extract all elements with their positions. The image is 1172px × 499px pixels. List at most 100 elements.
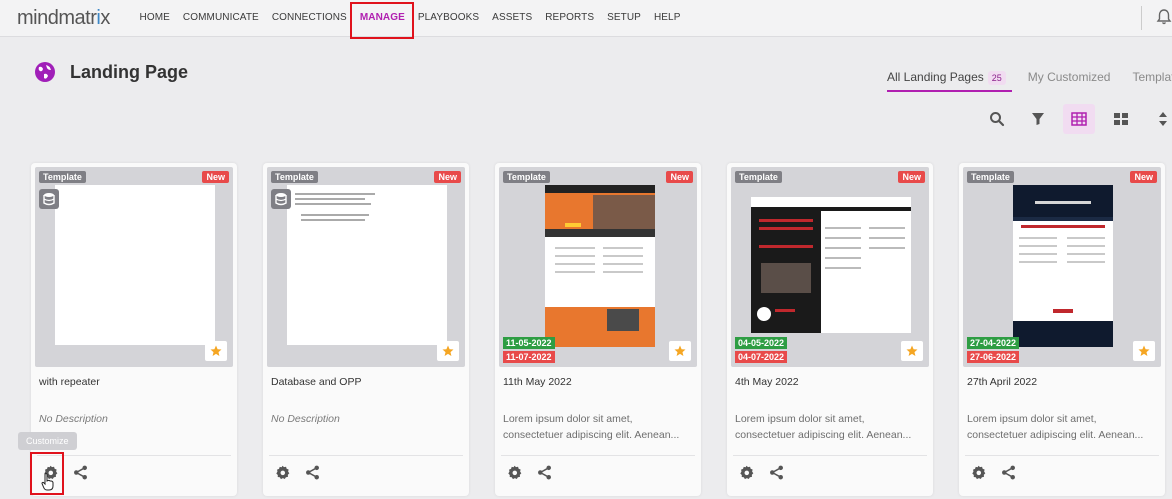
template-badge: Template bbox=[503, 171, 550, 183]
nav-assets[interactable]: ASSETS bbox=[486, 0, 539, 36]
card-description: Lorem ipsum dolor sit amet, consectetuer… bbox=[735, 413, 912, 441]
share-button[interactable] bbox=[767, 463, 785, 481]
card-actions bbox=[737, 463, 785, 481]
card-thumbnail[interactable]: Template New 27-04-2022 27-06-2022 bbox=[963, 167, 1161, 367]
card-actions bbox=[969, 463, 1017, 481]
sort-icon bbox=[1159, 112, 1167, 126]
gear-icon bbox=[739, 465, 753, 479]
landing-page-card[interactable]: Template New 27-04-2022 27-06-2022 27th … bbox=[959, 163, 1165, 496]
card-description: Lorem ipsum dolor sit amet, consectetuer… bbox=[503, 413, 680, 441]
new-badge: New bbox=[898, 171, 925, 183]
share-icon bbox=[73, 465, 87, 479]
tab-my-customized[interactable]: My Customized bbox=[1028, 70, 1111, 92]
card-divider bbox=[37, 455, 231, 456]
card-description: No Description bbox=[39, 413, 108, 425]
favorite-star-icon[interactable] bbox=[205, 341, 227, 361]
nav-divider bbox=[1141, 6, 1142, 30]
top-nav-bar: mindmatrix HOME COMMUNICATE CONNECTIONS … bbox=[0, 0, 1172, 39]
customize-button[interactable] bbox=[273, 463, 291, 481]
end-date-badge: 04-07-2022 bbox=[735, 351, 788, 363]
nav-communicate[interactable]: COMMUNICATE bbox=[176, 0, 265, 36]
new-badge: New bbox=[434, 171, 461, 183]
mindmatrix-logo[interactable]: mindmatrix bbox=[17, 7, 110, 30]
favorite-star-icon[interactable] bbox=[437, 341, 459, 361]
share-icon bbox=[1001, 465, 1015, 479]
share-button[interactable] bbox=[71, 463, 89, 481]
start-date-badge: 27-04-2022 bbox=[967, 337, 1020, 349]
nav-manage[interactable]: MANAGE bbox=[350, 0, 415, 39]
tab-all-landing-pages[interactable]: All Landing Pages 25 bbox=[887, 70, 1012, 92]
card-divider bbox=[733, 455, 927, 456]
landing-page-tabs: All Landing Pages 25 My Customized Templa… bbox=[887, 70, 1172, 92]
filter-icon bbox=[1032, 113, 1044, 125]
page-title: Landing Page bbox=[70, 62, 189, 82]
landing-page-card[interactable]: Template New Database and OPP No Descrip… bbox=[263, 163, 469, 496]
page-preview bbox=[751, 197, 911, 333]
page-preview bbox=[1013, 185, 1113, 347]
share-button[interactable] bbox=[999, 463, 1017, 481]
share-button[interactable] bbox=[535, 463, 553, 481]
nav-setup[interactable]: SETUP bbox=[601, 0, 648, 36]
template-badge: Template bbox=[39, 171, 86, 183]
start-date-badge: 04-05-2022 bbox=[735, 337, 788, 349]
end-date-badge: 11-07-2022 bbox=[503, 351, 555, 363]
card-thumbnail[interactable]: Template New bbox=[267, 167, 465, 367]
card-thumbnail[interactable]: Template New bbox=[35, 167, 233, 367]
tab-templates[interactable]: Templates bbox=[1132, 70, 1172, 92]
nav-help[interactable]: HELP bbox=[647, 0, 687, 36]
database-icon bbox=[271, 189, 291, 209]
new-badge: New bbox=[666, 171, 693, 183]
card-actions bbox=[505, 463, 553, 481]
customize-tooltip: Customize bbox=[18, 432, 77, 450]
customize-button[interactable] bbox=[969, 463, 987, 481]
bell-icon[interactable] bbox=[1155, 8, 1172, 26]
favorite-star-icon[interactable] bbox=[901, 341, 923, 361]
share-icon bbox=[537, 465, 551, 479]
page-preview bbox=[545, 185, 655, 347]
grid-view-icon bbox=[1114, 113, 1128, 125]
page-preview bbox=[55, 185, 215, 345]
tab-label: My Customized bbox=[1027, 70, 1111, 84]
card-title: 11th May 2022 bbox=[503, 376, 572, 388]
list-view-button[interactable] bbox=[1063, 104, 1095, 134]
nav-connections[interactable]: CONNECTIONS bbox=[265, 0, 353, 36]
search-button[interactable] bbox=[981, 104, 1013, 134]
landing-page-card[interactable]: Template New 04-05-2022 04-07-2022 4th M… bbox=[727, 163, 933, 496]
nav-playbooks[interactable]: PLAYBOOKS bbox=[411, 0, 485, 36]
customize-button[interactable] bbox=[737, 463, 755, 481]
template-badge: Template bbox=[735, 171, 782, 183]
database-icon bbox=[39, 189, 59, 209]
tab-label: Templates bbox=[1132, 70, 1172, 84]
new-badge: New bbox=[202, 171, 229, 183]
filter-button[interactable] bbox=[1022, 104, 1054, 134]
card-title: 27th April 2022 bbox=[967, 376, 1038, 388]
share-icon bbox=[769, 465, 783, 479]
landing-page-card[interactable]: Template New 11-05-2022 11-07-2022 11th … bbox=[495, 163, 701, 496]
nav-home[interactable]: HOME bbox=[133, 0, 176, 36]
nav-reports[interactable]: REPORTS bbox=[539, 0, 601, 36]
template-badge: Template bbox=[271, 171, 318, 183]
card-title: Database and OPP bbox=[271, 376, 362, 388]
tab-count-badge: 25 bbox=[987, 71, 1006, 85]
card-title: 4th May 2022 bbox=[735, 376, 799, 388]
share-icon bbox=[305, 465, 319, 479]
card-title: with repeater bbox=[39, 376, 100, 388]
card-thumbnail[interactable]: Template New 11-05-2022 11-07-2022 bbox=[499, 167, 697, 367]
sort-button[interactable] bbox=[1147, 104, 1172, 134]
favorite-star-icon[interactable] bbox=[1133, 341, 1155, 361]
customize-button[interactable] bbox=[505, 463, 523, 481]
gear-icon bbox=[507, 465, 521, 479]
grid-view-button[interactable] bbox=[1105, 104, 1137, 134]
gear-icon bbox=[275, 465, 289, 479]
list-view-icon bbox=[1071, 112, 1087, 126]
page-preview bbox=[287, 185, 447, 345]
new-badge: New bbox=[1130, 171, 1157, 183]
template-badge: Template bbox=[967, 171, 1014, 183]
card-thumbnail[interactable]: Template New 04-05-2022 04-07-2022 bbox=[731, 167, 929, 367]
card-description: No Description bbox=[271, 413, 340, 425]
favorite-star-icon[interactable] bbox=[669, 341, 691, 361]
share-button[interactable] bbox=[303, 463, 321, 481]
card-divider bbox=[501, 455, 695, 456]
hand-cursor-icon bbox=[41, 473, 54, 491]
end-date-badge: 27-06-2022 bbox=[967, 351, 1020, 363]
